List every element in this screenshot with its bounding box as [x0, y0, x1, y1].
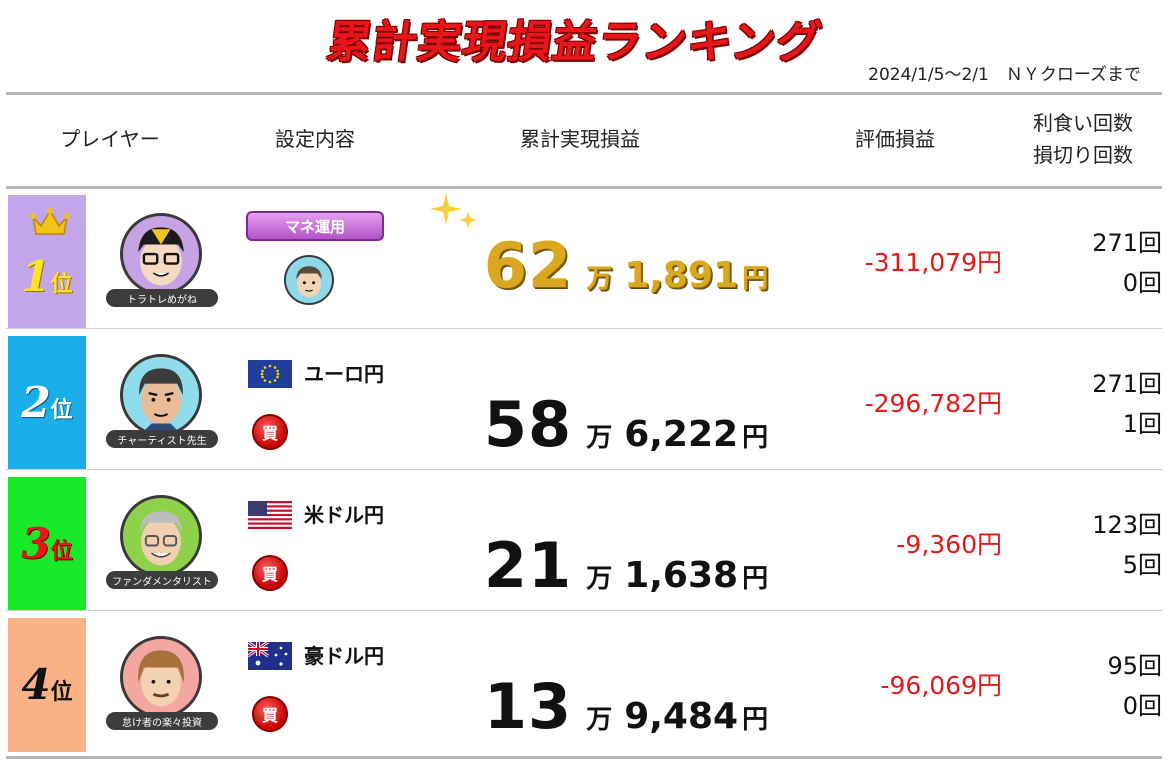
wins-count: 271回: [1092, 370, 1162, 398]
us-flag-icon: [248, 501, 292, 529]
au-flag-icon: [248, 642, 292, 670]
currency-pair: ユーロ円: [304, 362, 384, 386]
rank-label: 1位: [21, 252, 73, 301]
wins-count: 95回: [1107, 652, 1162, 680]
header-eval: 評価損益: [855, 127, 935, 151]
losses-count: 0回: [1122, 692, 1162, 720]
player-face-icon: [140, 511, 182, 566]
currency-pair: 豪ドル円: [304, 644, 384, 668]
eval-value: -96,069円: [880, 671, 1003, 700]
rank-cell: 1位: [8, 195, 86, 329]
table-bottom-rule: [6, 756, 1162, 759]
rank-label: 4位: [21, 660, 73, 709]
wins-count: 123回: [1092, 511, 1162, 539]
setting-badge: マネ運用: [246, 211, 384, 241]
ranking-row-4: 4位 怠け者の楽々投資 豪ドル円 買 13 万 9,484 円 -96,069円 95…: [6, 612, 1162, 752]
player-nameplate: ファンダメンタリスト: [106, 571, 218, 589]
losses-count: 0回: [1122, 269, 1162, 297]
eval-value: -311,079円: [864, 248, 1002, 277]
avatar: [120, 636, 202, 718]
ranking-row-3: 3位 ファンダメンタリスト 米ドル円 買 21 万 1,638 円 -9,360円 1…: [6, 471, 1162, 611]
total-amount: 62 万 1,891 円: [483, 229, 769, 302]
header-counts: 利食い回数 損切り回数: [1000, 92, 1166, 186]
row-divider: [6, 328, 1162, 329]
player-face-icon: [138, 650, 184, 707]
ranking-row-2: 2位 チャーティスト先生 ユーロ円 買 58 万 6,222 円 -296,782円 …: [6, 330, 1162, 470]
player-face-icon: [139, 368, 183, 433]
rank-cell: 4位: [8, 618, 86, 752]
rank-cell: 3位: [8, 477, 86, 611]
player-nameplate: トラトレめがね: [106, 289, 218, 307]
row-divider: [6, 610, 1162, 611]
losses-count: 1回: [1122, 410, 1162, 438]
buy-badge: 買: [252, 414, 288, 450]
avatar: [120, 354, 202, 436]
row-divider: [6, 469, 1162, 470]
mini-face-icon: [296, 266, 322, 298]
player-nameplate: チャーティスト先生: [106, 430, 218, 448]
total-amount: 58 万 6,222 円: [483, 388, 769, 461]
avatar: [120, 213, 202, 295]
header-losses: 損切り回数: [1033, 143, 1133, 167]
header-total: 累計実現損益: [520, 127, 640, 151]
header-setting: 設定内容: [275, 127, 355, 151]
player-nameplate: 怠け者の楽々投資: [106, 712, 218, 730]
currency-pair: 米ドル円: [304, 503, 384, 527]
eval-value: -9,360円: [896, 530, 1002, 559]
losses-count: 5回: [1122, 551, 1162, 579]
total-amount: 21 万 1,638 円: [483, 529, 769, 602]
period-label: 2024/1/5～2/1 ＮＹクローズまで: [868, 65, 1141, 85]
buy-badge: 買: [252, 696, 288, 732]
total-amount: 13 万 9,484 円: [483, 670, 769, 743]
crown-icon: [30, 208, 70, 235]
buy-badge: 買: [252, 555, 288, 591]
avatar: [120, 495, 202, 577]
ranking-row-1: 1位 トラトレめがね マネ運用 62 万 1,891 円 -311,079円 271回…: [6, 189, 1162, 329]
header-player: プレイヤー: [60, 127, 160, 151]
wins-count: 271回: [1092, 229, 1162, 257]
player-face-icon: [138, 227, 184, 286]
rank-label: 3位: [21, 519, 73, 568]
header-wins: 利食い回数: [1033, 111, 1133, 135]
eu-flag-icon: [248, 360, 292, 388]
rank-label: 2位: [21, 378, 73, 427]
mini-avatar: [284, 255, 334, 305]
rank-cell: 2位: [8, 336, 86, 470]
eval-value: -296,782円: [864, 389, 1002, 418]
